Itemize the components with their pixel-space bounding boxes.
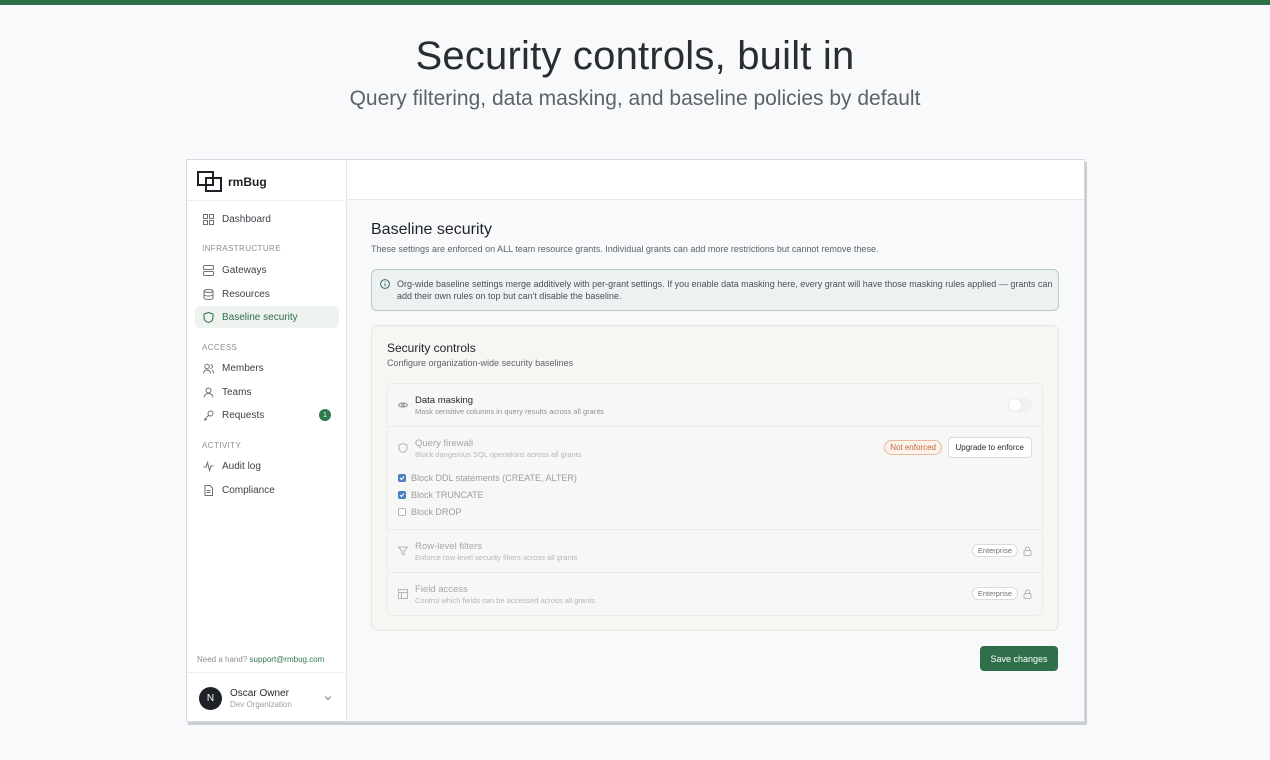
document-icon: [203, 484, 214, 496]
sidebar-item-baseline-security[interactable]: Baseline security: [195, 306, 339, 328]
row-level-filters-title: Row-level filters: [415, 541, 483, 552]
user-name: Oscar Owner: [230, 687, 289, 699]
main-header-bar: [347, 160, 1084, 200]
lock-icon: [1023, 546, 1032, 556]
user-info: Oscar Owner Dev Organization: [230, 688, 292, 709]
card-title: Security controls: [387, 341, 476, 355]
brand[interactable]: rmBug: [197, 170, 267, 194]
sidebar-item-members[interactable]: Members: [195, 357, 339, 379]
info-icon: [380, 279, 390, 289]
option-block-drop[interactable]: Block DROP: [398, 507, 462, 517]
info-text: Org-wide baseline settings merge additiv…: [397, 279, 1053, 301]
toggle-knob: [1009, 399, 1021, 411]
sidebar-item-label: Requests: [222, 409, 265, 421]
sidebar-item-resources[interactable]: Resources: [195, 283, 339, 305]
option-block-truncate[interactable]: Block TRUNCATE: [398, 490, 484, 500]
checkbox-checked[interactable]: [398, 491, 406, 499]
info-banner: Org-wide baseline settings merge additiv…: [371, 269, 1059, 311]
sidebar-item-label: Audit log: [222, 460, 261, 472]
sidebar-item-requests[interactable]: Requests 1: [195, 404, 339, 426]
sidebar-item-label: Members: [222, 362, 264, 374]
app-window: rmBug Dashboard INFRASTRUCTURE Gateways …: [186, 159, 1085, 722]
users-icon: [203, 363, 214, 374]
sidebar-item-label: Teams: [222, 386, 252, 398]
enterprise-badge: Enterprise: [971, 587, 1018, 600]
avatar: N: [199, 686, 222, 710]
sidebar-item-label: Gateways: [222, 264, 267, 276]
data-masking-subtitle: Mask sensitive columns in query results …: [415, 407, 604, 416]
sidebar-item-label: Baseline security: [222, 311, 298, 323]
shield-icon: [203, 311, 214, 323]
help-prompt: Need a hand?: [197, 655, 248, 664]
sidebar-item-label: Dashboard: [222, 213, 271, 225]
top-accent-bar: [0, 0, 1270, 5]
section-access: ACCESS: [202, 343, 238, 352]
not-enforced-badge: Not enforced: [884, 440, 942, 455]
divider: [187, 672, 347, 673]
main-content: Baseline security These settings are enf…: [347, 160, 1084, 721]
grid-icon: [203, 213, 214, 225]
divider: [187, 200, 347, 201]
shield-icon: [398, 443, 408, 453]
hero-title: Security controls, built in: [415, 34, 855, 78]
sidebar: rmBug Dashboard INFRASTRUCTURE Gateways …: [187, 160, 347, 721]
user-organization: Dev Organization: [230, 699, 292, 709]
logo-icon: [197, 171, 222, 192]
security-controls-card: Security controls Configure organization…: [371, 325, 1059, 631]
sidebar-item-audit-log[interactable]: Audit log: [195, 455, 339, 477]
option-label: Block DDL statements (CREATE, ALTER): [411, 473, 577, 483]
user-menu[interactable]: N Oscar Owner Dev Organization: [199, 685, 335, 711]
card-subtitle: Configure organization-wide security bas…: [387, 358, 574, 368]
key-icon: [203, 410, 214, 421]
table-icon: [398, 589, 408, 599]
field-access-title: Field access: [415, 584, 468, 595]
help-text: Need a hand? support@rmbug.com: [197, 655, 324, 664]
brand-name: rmBug: [228, 175, 267, 189]
query-firewall-subtitle: Block dangerous SQL operations across al…: [415, 450, 582, 459]
option-label: Block TRUNCATE: [411, 490, 484, 500]
field-access-row: Field access Control which fields can be…: [388, 573, 1042, 616]
sidebar-item-gateways[interactable]: Gateways: [195, 259, 339, 281]
option-label: Block DROP: [411, 507, 462, 517]
field-access-subtitle: Control which fields can be accessed acr…: [415, 596, 596, 605]
query-firewall-title: Query firewall: [415, 438, 474, 449]
activity-icon: [203, 460, 214, 472]
server-icon: [203, 264, 214, 276]
eye-icon: [398, 402, 408, 408]
checkbox-checked[interactable]: [398, 474, 406, 482]
row-level-filters-subtitle: Enforce row-level security filters acros…: [415, 553, 578, 562]
option-block-ddl[interactable]: Block DDL statements (CREATE, ALTER): [398, 473, 577, 483]
enterprise-badge: Enterprise: [971, 544, 1018, 557]
hero-subtitle: Query filtering, data masking, and basel…: [349, 87, 921, 110]
filter-icon: [398, 546, 408, 556]
query-firewall-row: Query firewall Block dangerous SQL opera…: [388, 427, 1042, 530]
sidebar-item-dashboard[interactable]: Dashboard: [195, 208, 339, 230]
sidebar-item-teams[interactable]: Teams: [195, 381, 339, 403]
sidebar-item-label: Compliance: [222, 484, 275, 496]
page-title: Baseline security: [371, 221, 492, 238]
upgrade-to-enforce-button[interactable]: Upgrade to enforce: [947, 437, 1032, 458]
sidebar-item-label: Resources: [222, 288, 270, 300]
data-masking-toggle[interactable]: [1008, 398, 1032, 412]
data-masking-row: Data masking Mask sensitive columns in q…: [388, 384, 1042, 427]
sidebar-item-compliance[interactable]: Compliance: [195, 479, 339, 501]
save-changes-button[interactable]: Save changes: [980, 646, 1058, 671]
data-masking-title: Data masking: [415, 395, 474, 406]
lock-icon: [1023, 589, 1032, 599]
team-icon: [203, 387, 214, 398]
controls-list: Data masking Mask sensitive columns in q…: [387, 383, 1043, 616]
section-infrastructure: INFRASTRUCTURE: [202, 244, 281, 253]
chevron-down-icon: [324, 696, 332, 701]
section-activity: ACTIVITY: [202, 441, 242, 450]
row-level-filters-row: Row-level filters Enforce row-level secu…: [388, 530, 1042, 573]
database-icon: [203, 288, 214, 300]
support-link[interactable]: support@rmbug.com: [250, 655, 325, 664]
page-description: These settings are enforced on ALL team …: [371, 244, 879, 254]
checkbox-unchecked[interactable]: [398, 508, 406, 516]
requests-count-badge: 1: [319, 409, 331, 421]
